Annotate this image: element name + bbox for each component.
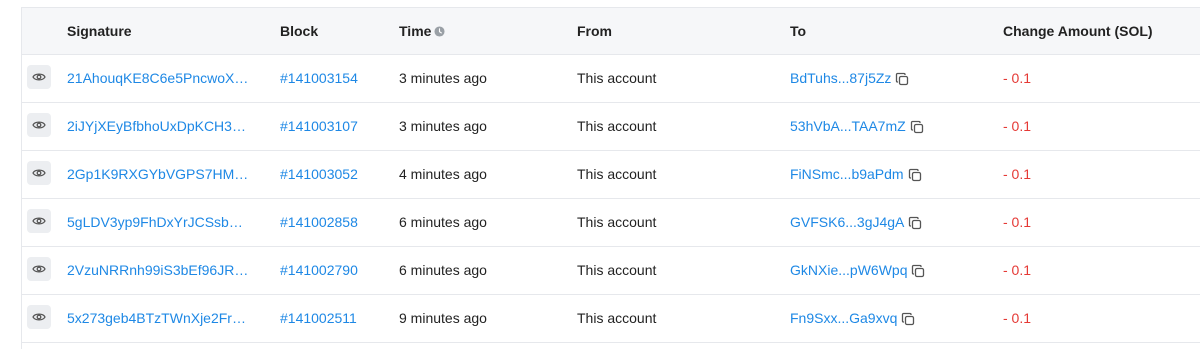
time-value: 4 minutes ago: [399, 166, 487, 182]
table-body: 21AhouqKE8C6e5PncwoXBxxxx #141003154 3 m…: [22, 55, 1200, 343]
signature-link[interactable]: 21AhouqKE8C6e5PncwoXBxxxx: [67, 55, 249, 102]
to-address-link[interactable]: 53hVbA...TAA7mZ: [790, 118, 906, 134]
time-value: 6 minutes ago: [399, 214, 487, 230]
signature-link[interactable]: 5gLDV3yp9FhDxYrJCSsboixxxx: [67, 199, 249, 246]
eye-icon: [32, 121, 46, 129]
copy-icon[interactable]: [910, 120, 924, 134]
change-amount-value: - 0.1: [1003, 310, 1032, 326]
header-block: Block: [280, 23, 319, 39]
block-link[interactable]: #141002858: [280, 214, 358, 230]
eye-icon: [32, 313, 46, 321]
from-value: This account: [577, 262, 657, 278]
table-row: 2Gp1K9RXGYbVGPS7HMNjxxxx #141003052 4 mi…: [22, 151, 1200, 199]
eye-icon: [32, 217, 46, 225]
table-row: 21AhouqKE8C6e5PncwoXBxxxx #141003154 3 m…: [22, 55, 1200, 103]
header-time: Time: [399, 8, 445, 55]
view-button[interactable]: [27, 161, 51, 185]
block-link[interactable]: #141002511: [280, 310, 357, 326]
change-amount-value: - 0.1: [1003, 166, 1032, 182]
view-button[interactable]: [27, 113, 51, 137]
change-amount-value: - 0.1: [1003, 118, 1032, 134]
view-button[interactable]: [27, 257, 51, 281]
header-time-label: Time: [399, 23, 432, 39]
eye-icon: [32, 265, 46, 273]
header-change-amount: Change Amount (SOL): [1003, 23, 1153, 39]
table-row: 5gLDV3yp9FhDxYrJCSsboixxxx #141002858 6 …: [22, 199, 1200, 247]
header-signature: Signature: [67, 23, 132, 39]
copy-icon[interactable]: [895, 72, 909, 86]
from-value: This account: [577, 166, 657, 182]
transactions-table: Signature Block Time From To Change Amou…: [21, 7, 1200, 349]
view-button[interactable]: [27, 305, 51, 329]
to-address-link[interactable]: BdTuhs...87j5Zz: [790, 70, 891, 86]
block-link[interactable]: #141003154: [280, 70, 358, 86]
change-amount-value: - 0.1: [1003, 214, 1032, 230]
eye-icon: [32, 73, 46, 81]
to-address-link[interactable]: Fn9Sxx...Ga9xvq: [790, 310, 897, 326]
copy-icon[interactable]: [911, 264, 925, 278]
time-value: 3 minutes ago: [399, 70, 487, 86]
to-address-link[interactable]: FiNSmc...b9aPdm: [790, 166, 904, 182]
change-amount-value: - 0.1: [1003, 70, 1032, 86]
to-address-link[interactable]: GkNXie...pW6Wpq: [790, 262, 907, 278]
header-from: From: [577, 23, 612, 39]
header-to: To: [790, 23, 807, 39]
view-button[interactable]: [27, 209, 51, 233]
signature-link[interactable]: 2iJYjXEyBfbhoUxDpKCH3txxxx: [67, 103, 249, 150]
from-value: This account: [577, 214, 657, 230]
signature-link[interactable]: 2VzuNRRnh99iS3bEf96JRaxxxx: [67, 247, 249, 294]
copy-icon[interactable]: [908, 168, 922, 182]
from-value: This account: [577, 70, 657, 86]
time-value: 6 minutes ago: [399, 262, 487, 278]
table-row: 5x273geb4BTzTWnXje2Frxxxx #141002511 9 m…: [22, 295, 1200, 343]
signature-link[interactable]: 2Gp1K9RXGYbVGPS7HMNjxxxx: [67, 151, 249, 198]
view-button[interactable]: [27, 65, 51, 89]
time-value: 9 minutes ago: [399, 310, 487, 326]
eye-icon: [32, 169, 46, 177]
copy-icon[interactable]: [908, 216, 922, 230]
time-value: 3 minutes ago: [399, 118, 487, 134]
signature-link[interactable]: 5x273geb4BTzTWnXje2Frxxxx: [67, 295, 249, 342]
table-row: 2VzuNRRnh99iS3bEf96JRaxxxx #141002790 6 …: [22, 247, 1200, 295]
change-amount-value: - 0.1: [1003, 262, 1032, 278]
block-link[interactable]: #141002790: [280, 262, 358, 278]
to-address-link[interactable]: GVFSK6...3gJ4gA: [790, 214, 904, 230]
table-header: Signature Block Time From To Change Amou…: [22, 7, 1200, 55]
from-value: This account: [577, 118, 657, 134]
clock-icon[interactable]: [434, 26, 445, 37]
copy-icon[interactable]: [901, 312, 915, 326]
from-value: This account: [577, 310, 657, 326]
block-link[interactable]: #141003107: [280, 118, 358, 134]
block-link[interactable]: #141003052: [280, 166, 358, 182]
table-row: 2iJYjXEyBfbhoUxDpKCH3txxxx #141003107 3 …: [22, 103, 1200, 151]
